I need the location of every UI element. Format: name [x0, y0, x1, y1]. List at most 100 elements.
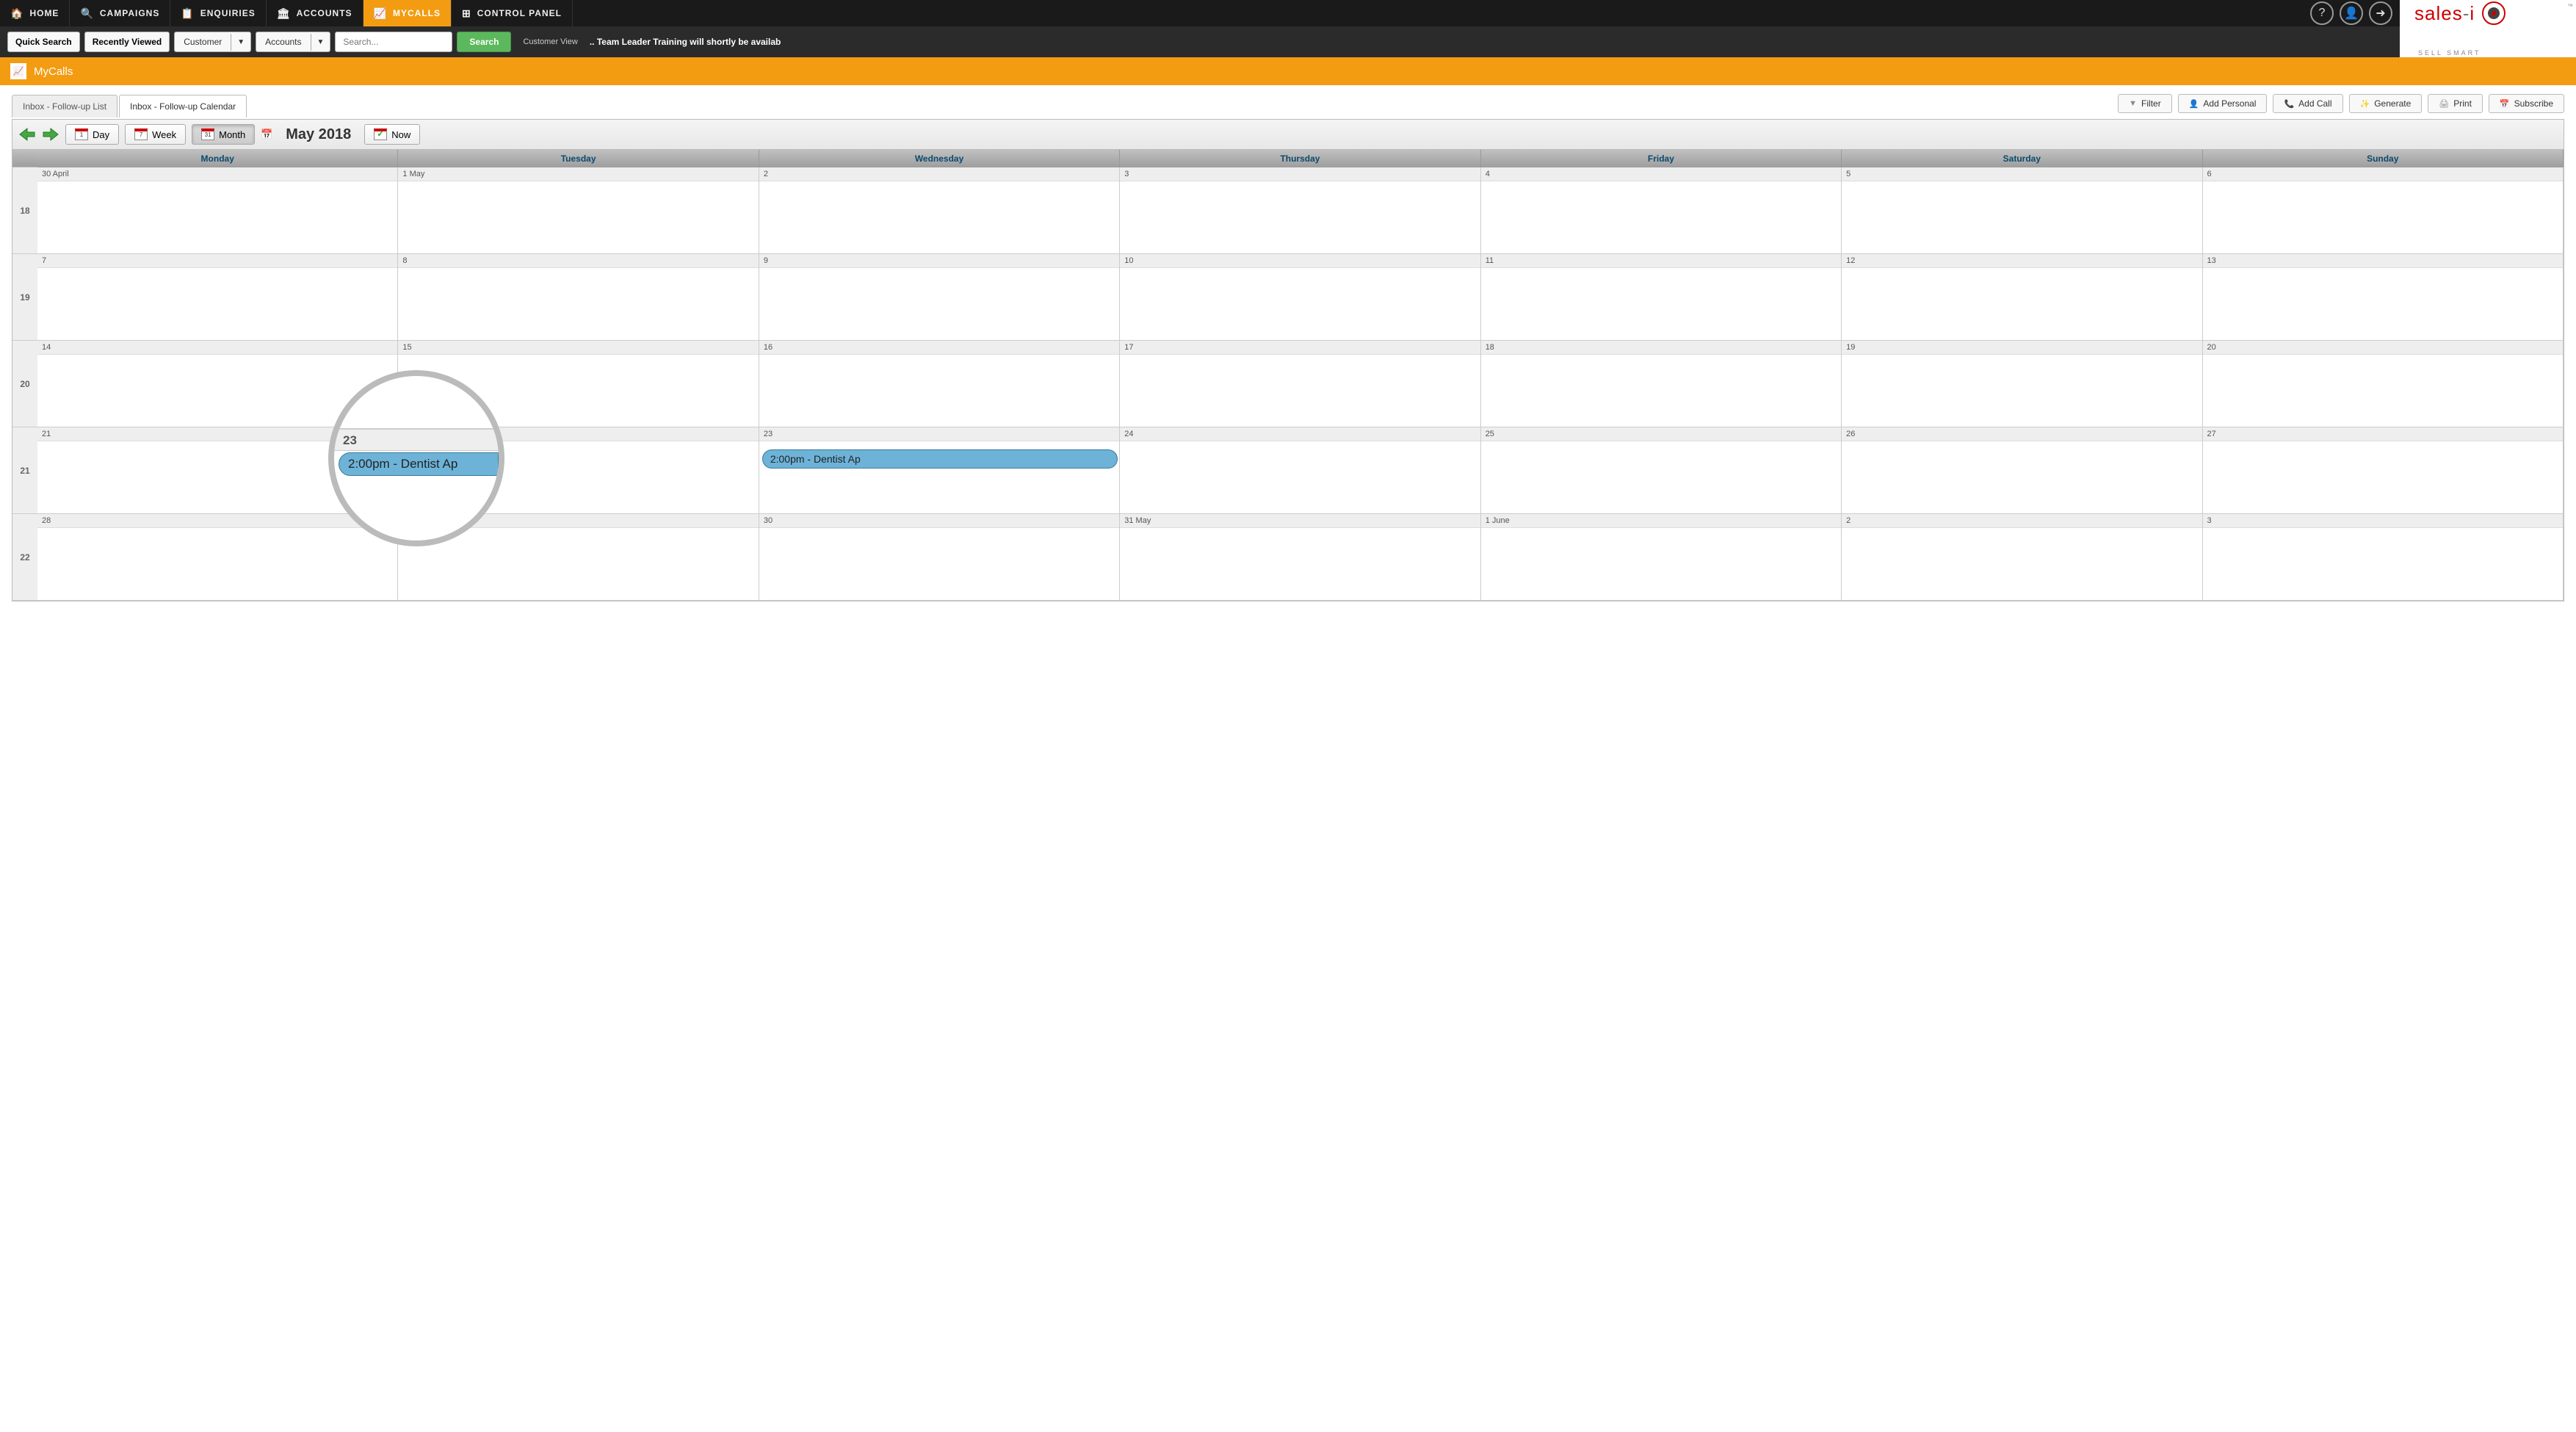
cell-date: 3 — [2203, 514, 2563, 528]
calendar-cell[interactable]: 30 April — [37, 167, 398, 254]
cell-date: 28 — [37, 514, 397, 528]
cell-date: 2 — [1842, 514, 2201, 528]
cell-date: 30 April — [37, 167, 397, 181]
calendar-cell[interactable]: 6 — [2203, 167, 2564, 254]
search-input[interactable] — [335, 32, 452, 52]
cell-date: 9 — [759, 254, 1119, 268]
calendar-cell[interactable]: 15 — [398, 341, 759, 427]
tab-followup-calendar[interactable]: Inbox - Follow-up Calendar — [119, 95, 247, 117]
calendar-cell[interactable]: 19 — [1842, 341, 2202, 427]
top-nav: 🏠HOME 🔍CAMPAIGNS 📋ENQUIRIES 🏛ACCOUNTS 📈M… — [0, 0, 2400, 26]
calendar-cell[interactable]: 27 — [2203, 427, 2564, 514]
cell-date: 7 — [37, 254, 397, 268]
campaigns-icon: 🔍 — [80, 7, 93, 20]
nav-accounts[interactable]: 🏛ACCOUNTS — [267, 0, 363, 26]
customer-dropdown[interactable]: Customer▼ — [174, 32, 251, 52]
add-call-button[interactable]: 📞Add Call — [2273, 94, 2342, 113]
calendar-cell[interactable]: 20 — [2203, 341, 2564, 427]
cell-date: 13 — [2203, 254, 2563, 268]
cell-date: 11 — [1481, 254, 1841, 268]
calendar-cell[interactable]: 9 — [759, 254, 1120, 341]
calendar-cell[interactable]: 4 — [1481, 167, 1842, 254]
calendar-cell[interactable]: 13 — [2203, 254, 2564, 341]
nav-enquiries[interactable]: 📋ENQUIRIES — [170, 0, 266, 26]
day-header: Thursday — [1120, 150, 1480, 167]
calendar-cell[interactable]: 26 — [1842, 427, 2202, 514]
ticker-text: .. Team Leader Training will shortly be … — [590, 37, 781, 47]
add-personal-button[interactable]: 👤Add Personal — [2178, 94, 2268, 113]
calendar-cell[interactable]: 2 — [759, 167, 1120, 254]
calendar-cell[interactable]: 14 — [37, 341, 398, 427]
cell-date: 1 June — [1481, 514, 1841, 528]
week-number: 22 — [12, 514, 37, 601]
help-icon: ? — [2319, 7, 2326, 20]
calendar-cell[interactable]: 7 — [37, 254, 398, 341]
page-title: MyCalls — [34, 65, 73, 78]
help-button[interactable]: ? — [2310, 1, 2334, 25]
calendar-event[interactable]: 2:00pm - Dentist Ap — [762, 449, 1118, 469]
week-number: 21 — [12, 427, 37, 514]
nav-control-panel[interactable]: ⊞CONTROL PANEL — [452, 0, 573, 26]
generate-button[interactable]: ✨Generate — [2349, 94, 2423, 113]
calendar-cell[interactable]: 22 — [398, 427, 759, 514]
week-number: 20 — [12, 341, 37, 427]
calendar-cell[interactable]: 5 — [1842, 167, 2202, 254]
next-button[interactable] — [42, 127, 59, 142]
calendar-cell[interactable]: 10 — [1120, 254, 1480, 341]
calendar-cell[interactable]: 18 — [1481, 341, 1842, 427]
profile-icon: 👤 — [2344, 6, 2359, 21]
nav-mycalls[interactable]: 📈MYCALLS — [363, 0, 452, 26]
filter-button[interactable]: ▼Filter — [2118, 94, 2172, 113]
recently-viewed-button[interactable]: Recently Viewed — [84, 32, 170, 52]
print-icon: 🖨 — [2439, 99, 2449, 109]
tab-followup-list[interactable]: Inbox - Follow-up List — [12, 95, 117, 117]
cell-date: 2 — [759, 167, 1119, 181]
day-view-button[interactable]: 1Day — [65, 124, 119, 145]
calendar-cell[interactable]: 31 May — [1120, 514, 1480, 601]
week-number: 18 — [12, 167, 37, 254]
calendar-cell[interactable]: 1 June — [1481, 514, 1842, 601]
week-view-button[interactable]: 7Week — [125, 124, 186, 145]
nav-campaigns[interactable]: 🔍CAMPAIGNS — [70, 0, 170, 26]
accounts-dropdown[interactable]: Accounts▼ — [256, 32, 330, 52]
subscribe-button[interactable]: 📅Subscribe — [2489, 94, 2564, 113]
calendar-cell[interactable]: 2 — [1842, 514, 2202, 601]
mycalls-icon: 📈 — [374, 7, 387, 20]
nav-home[interactable]: 🏠HOME — [0, 0, 70, 26]
quick-search-button[interactable]: Quick Search — [7, 32, 80, 52]
page-header: 📈 MyCalls — [0, 57, 2576, 85]
day-header: Friday — [1481, 150, 1842, 167]
calendar-cell[interactable]: 3 — [1120, 167, 1480, 254]
calendar-cell[interactable]: 28 — [37, 514, 398, 601]
calendar-cell[interactable]: 30 — [759, 514, 1120, 601]
cell-date: 5 — [1842, 167, 2201, 181]
cell-date: 22 — [398, 427, 758, 441]
chevron-down-icon: ▼ — [231, 34, 250, 51]
calendar-cell[interactable]: 24 — [1120, 427, 1480, 514]
cell-date: 6 — [2203, 167, 2563, 181]
accounts-icon: 🏛 — [277, 7, 291, 20]
calendar-cell[interactable]: 29 — [398, 514, 759, 601]
cell-date: 8 — [398, 254, 758, 268]
now-button[interactable]: Now — [364, 124, 420, 145]
print-button[interactable]: 🖨Print — [2428, 94, 2483, 113]
calendar-cell[interactable]: 232:00pm - Dentist Ap — [759, 427, 1120, 514]
calendar-cell[interactable]: 1 May — [398, 167, 759, 254]
cell-date: 14 — [37, 341, 397, 355]
calendar-cell[interactable]: 11 — [1481, 254, 1842, 341]
calendar-cell[interactable]: 25 — [1481, 427, 1842, 514]
day-icon: 1 — [75, 129, 88, 140]
calendar-cell[interactable]: 12 — [1842, 254, 2202, 341]
profile-button[interactable]: 👤 — [2340, 1, 2363, 25]
month-view-button[interactable]: 31Month — [192, 124, 255, 145]
logo-eye-icon — [2482, 1, 2506, 25]
search-button[interactable]: Search — [457, 32, 511, 52]
calendar-cell[interactable]: 8 — [398, 254, 759, 341]
prev-button[interactable] — [18, 127, 36, 142]
logout-button[interactable]: ➜ — [2369, 1, 2392, 25]
calendar-cell[interactable]: 16 — [759, 341, 1120, 427]
calendar-cell[interactable]: 3 — [2203, 514, 2564, 601]
calendar-cell[interactable]: 17 — [1120, 341, 1480, 427]
person-icon: 👤 — [2189, 99, 2199, 109]
calendar-cell[interactable]: 21 — [37, 427, 398, 514]
